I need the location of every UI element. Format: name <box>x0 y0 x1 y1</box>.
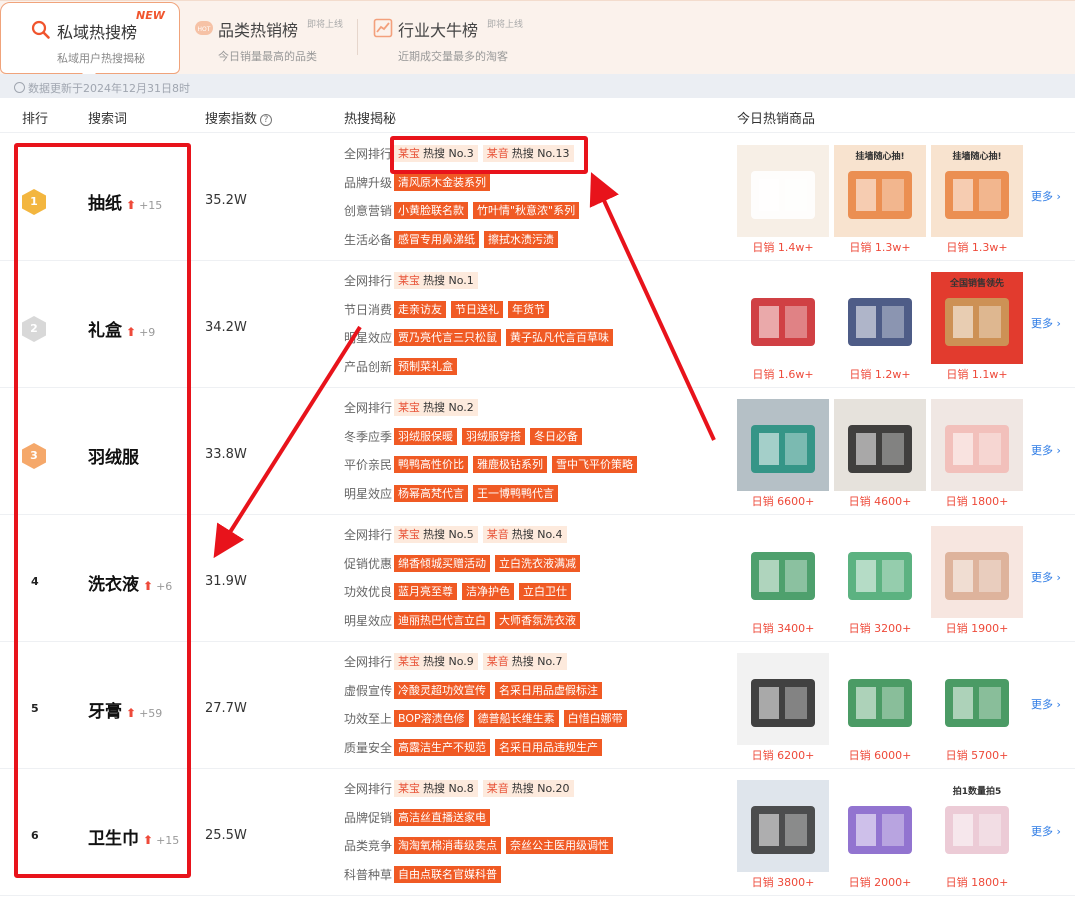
hot-search-page: 私域热搜榜 私域用户热搜揭秘 NEW HOT 品类热销榜 今日销量最高的品类 即… <box>0 0 1075 900</box>
annotation-arrows <box>213 172 716 559</box>
arrow-down-line <box>213 325 362 559</box>
arrow-up-line <box>589 172 716 441</box>
